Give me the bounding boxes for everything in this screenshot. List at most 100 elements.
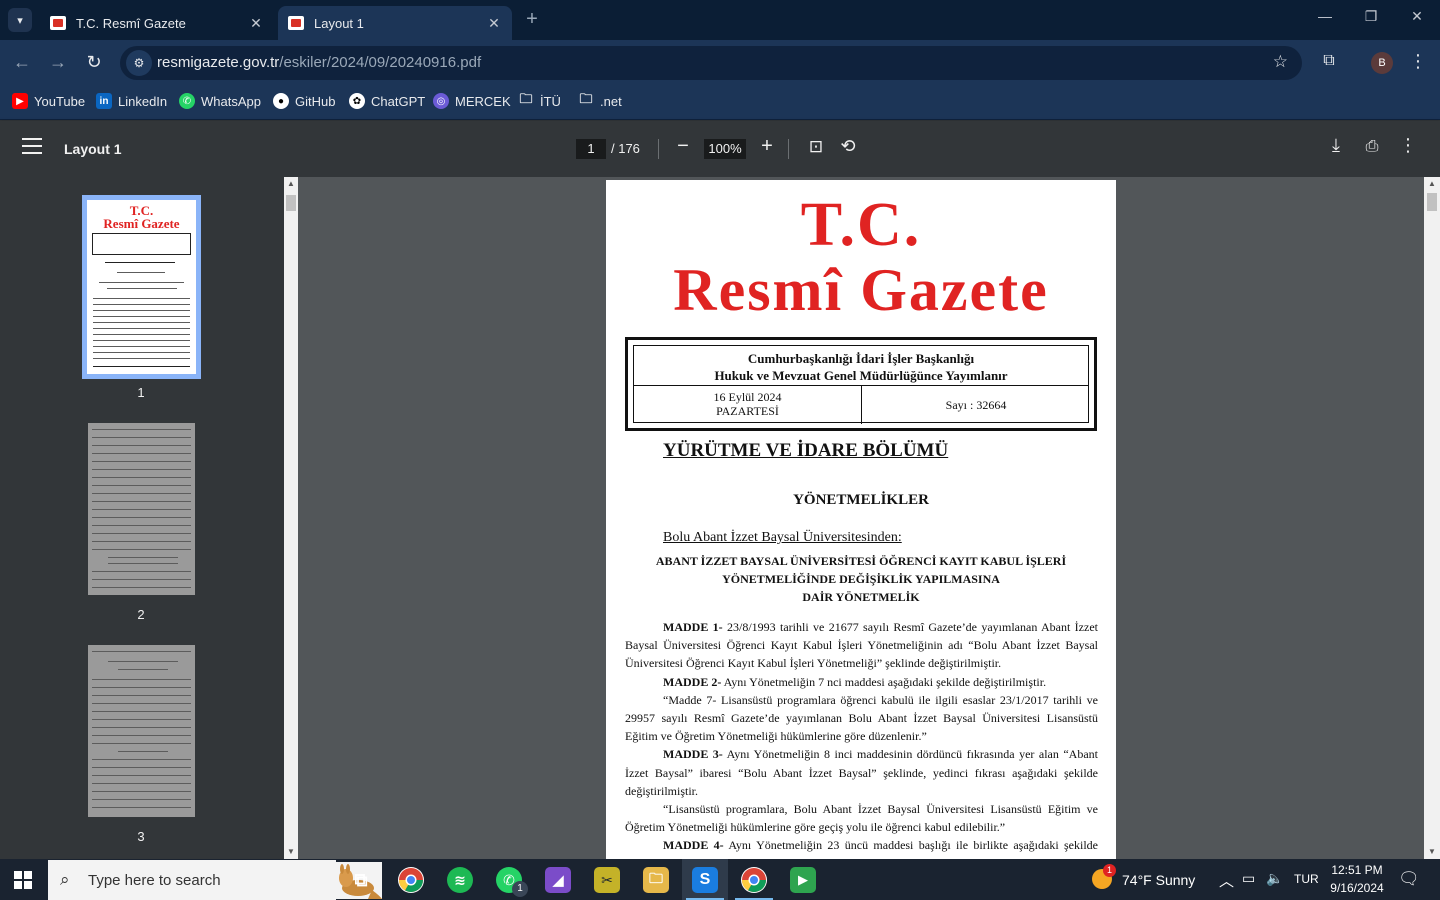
mercek-icon: ◎: [433, 93, 449, 109]
tab-title: Layout 1: [314, 15, 364, 31]
thumb-line: [99, 282, 184, 283]
chrome-taskbar-icon[interactable]: [398, 867, 424, 893]
reload-icon[interactable]: ↻: [82, 52, 106, 73]
browser-titlebar: ▾ T.C. Resmî Gazete ✕ Layout 1 ✕ + — ❐ ✕: [0, 0, 1440, 40]
browser-menu-icon[interactable]: ⋮: [1408, 51, 1428, 72]
sidebar-scrollbar[interactable]: ▲ ▼: [284, 177, 298, 859]
restore-icon[interactable]: ❐: [1348, 8, 1394, 25]
thumbnail-page-3[interactable]: [88, 645, 195, 817]
weather-text[interactable]: 74°F Sunny: [1122, 872, 1195, 888]
task-view-icon[interactable]: ⧉: [348, 867, 374, 893]
scrollbar-thumb[interactable]: [1427, 193, 1437, 211]
file-explorer-icon[interactable]: 🗀: [643, 867, 669, 893]
zoom-out-icon[interactable]: −: [671, 135, 695, 158]
extensions-icon[interactable]: ⧉: [1318, 52, 1340, 70]
close-tab-icon[interactable]: ✕: [486, 15, 502, 32]
bookmark-mercek[interactable]: ◎ MERCEK: [433, 93, 511, 109]
chrome-active-taskbar-icon[interactable]: [741, 867, 767, 893]
fit-page-icon[interactable]: ⊡: [804, 137, 828, 157]
search-placeholder: Type here to search: [88, 872, 221, 889]
issue-weekday: PAZARTESİ: [716, 404, 779, 418]
thumb-line: [92, 687, 191, 688]
zoom-in-icon[interactable]: +: [755, 135, 779, 158]
bookmarks-bar: ▶ YouTube in LinkedIn ✆ WhatsApp ● GitHu…: [0, 86, 1440, 120]
scroll-down-icon[interactable]: ▼: [287, 847, 295, 856]
institution-name: Bolu Abant İzzet Baysal Üniversitesinden…: [663, 530, 902, 545]
viewer-scrollbar[interactable]: ▲ ▼: [1424, 177, 1440, 859]
page-number-input[interactable]: 1: [576, 139, 606, 159]
thumb-line: [93, 352, 190, 353]
start-windows-icon[interactable]: [14, 871, 32, 889]
tab-title: T.C. Resmî Gazete: [76, 15, 186, 31]
input-language[interactable]: TUR: [1294, 872, 1319, 886]
download-icon[interactable]: ⤓: [1324, 135, 1348, 156]
visual-studio-icon[interactable]: ◢: [545, 867, 571, 893]
thumb-line: [93, 366, 190, 367]
snipping-tool-icon[interactable]: ✂: [594, 867, 620, 893]
close-tab-icon[interactable]: ✕: [248, 15, 264, 32]
clock-time[interactable]: 12:51 PM: [1326, 863, 1388, 877]
back-icon[interactable]: ←: [10, 52, 34, 73]
bookmark-label: .net: [600, 93, 622, 109]
bookmark-youtube[interactable]: ▶ YouTube: [12, 93, 85, 109]
publisher-header-inner: Cumhurbaşkanlığı İdari İşler Başkanlığı …: [633, 345, 1089, 424]
bookmark-chatgpt[interactable]: ✿ ChatGPT: [349, 93, 425, 109]
thumb-line: [92, 727, 191, 728]
thumb-line: [92, 735, 191, 736]
media-player-icon[interactable]: ▶: [790, 867, 816, 893]
article-paragraph: “Lisansüstü programlara, Bolu Abant İzze…: [625, 800, 1098, 836]
browser-toolbar: ← → ↻ ⚙ resmigazete.gov.tr/eskiler/2024/…: [0, 40, 1440, 86]
thumb-line: [92, 711, 191, 712]
thumbnail-page-1[interactable]: T.C. Resmî Gazete: [82, 195, 201, 379]
scroll-down-icon[interactable]: ▼: [1428, 847, 1436, 856]
address-bar[interactable]: ⚙ resmigazete.gov.tr/eskiler/2024/09/202…: [120, 46, 1302, 80]
new-tab-icon[interactable]: +: [520, 8, 544, 31]
thumb-line: [92, 549, 191, 550]
sidebar-menu-icon[interactable]: [22, 138, 42, 159]
notifications-icon[interactable]: 🗨: [1398, 869, 1420, 889]
pdf-viewer[interactable]: T.C. Resmî Gazete Cumhurbaşkanlığı İdari…: [298, 177, 1424, 859]
bookmark-github[interactable]: ● GitHub: [273, 93, 335, 109]
scroll-up-icon[interactable]: ▲: [1428, 179, 1436, 188]
volume-icon[interactable]: 🔈: [1266, 870, 1283, 887]
bookmark-star-icon[interactable]: ☆: [1273, 52, 1288, 72]
taskbar-search[interactable]: ⌕ Type here to search: [48, 860, 382, 900]
url-path: /eskiler/2024/09/20240916.pdf: [279, 54, 482, 71]
site-info-icon[interactable]: ⚙: [126, 50, 152, 76]
url-host: resmigazete.gov.tr: [157, 54, 280, 71]
thumb-line: [108, 661, 178, 662]
network-icon[interactable]: ▭: [1242, 870, 1255, 887]
minimize-icon[interactable]: —: [1302, 8, 1348, 24]
scroll-up-icon[interactable]: ▲: [287, 179, 295, 188]
thumb-line: [108, 557, 178, 558]
bookmark-linkedin[interactable]: in LinkedIn: [96, 93, 167, 109]
tab-resmi-gazete[interactable]: T.C. Resmî Gazete ✕: [40, 6, 274, 40]
close-window-icon[interactable]: ✕: [1394, 8, 1440, 25]
tray-chevron-up-icon[interactable]: ︿: [1219, 870, 1234, 891]
url-text[interactable]: resmigazete.gov.tr/eskiler/2024/09/20240…: [157, 54, 481, 71]
thumbnail-page-2[interactable]: [88, 423, 195, 595]
masthead-resmi-gazete: Resmî Gazete: [673, 257, 1049, 323]
more-actions-icon[interactable]: ⋮: [1396, 135, 1420, 156]
profile-avatar[interactable]: B: [1371, 52, 1393, 74]
bookmark-folder-itu[interactable]: 🗀 İTÜ: [518, 91, 560, 109]
clock-date[interactable]: 9/16/2024: [1326, 881, 1388, 895]
bookmark-folder-net[interactable]: 🗀 .net: [578, 91, 622, 109]
zoom-level-input[interactable]: 100%: [704, 139, 746, 159]
scrollbar-thumb[interactable]: [286, 195, 296, 211]
section-title: YÜRÜTME VE İDARE BÖLÜMÜ: [663, 440, 949, 461]
thumb-line: [118, 669, 168, 670]
thumb-masthead: T.C. Resmî Gazete: [103, 203, 180, 231]
regulation-title-line: DAİR YÖNETMELİK: [802, 590, 920, 604]
spotify-icon[interactable]: ≋: [447, 867, 473, 893]
thumb-line: [93, 340, 190, 341]
tab-search-dropdown-icon[interactable]: ▾: [8, 8, 32, 32]
thumb-line: [92, 461, 191, 462]
forward-icon[interactable]: →: [46, 52, 70, 73]
app-s-icon[interactable]: S: [692, 867, 718, 893]
bookmark-label: MERCEK: [455, 93, 511, 109]
print-icon[interactable]: ⎙: [1360, 138, 1384, 156]
bookmark-whatsapp[interactable]: ✆ WhatsApp: [179, 93, 261, 109]
tab-layout-1[interactable]: Layout 1 ✕: [278, 6, 512, 40]
rotate-icon[interactable]: ⟲: [836, 136, 860, 157]
